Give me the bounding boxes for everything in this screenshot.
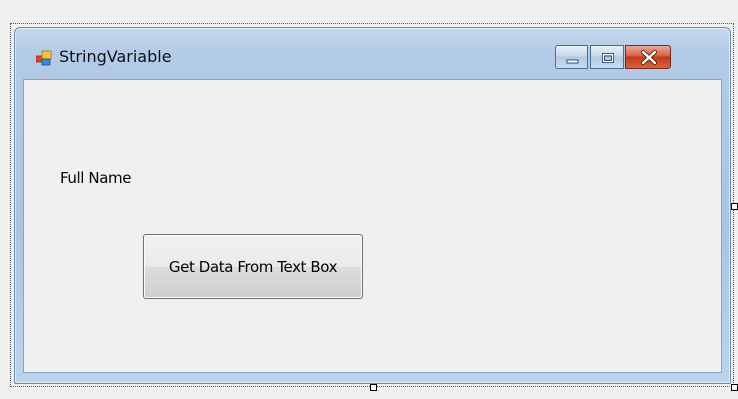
minimize-button[interactable] — [555, 45, 588, 69]
maximize-icon — [602, 53, 614, 63]
full-name-label: Full Name — [60, 169, 132, 187]
minimize-icon — [566, 59, 579, 64]
form-icon — [35, 50, 52, 66]
form-client-area: Full Name Get Data From Text Box — [23, 79, 722, 373]
get-data-button[interactable]: Get Data From Text Box — [143, 234, 363, 299]
resize-handle-bottom[interactable] — [370, 384, 377, 391]
maximize-button[interactable] — [590, 45, 624, 69]
window-title: StringVariable — [59, 47, 172, 66]
resize-handle-right[interactable] — [731, 203, 738, 210]
close-button[interactable] — [625, 45, 671, 69]
close-icon — [640, 49, 658, 66]
form-window: StringVariable Full Name Get Data From T… — [14, 27, 731, 384]
resize-handle-corner[interactable] — [731, 384, 738, 391]
